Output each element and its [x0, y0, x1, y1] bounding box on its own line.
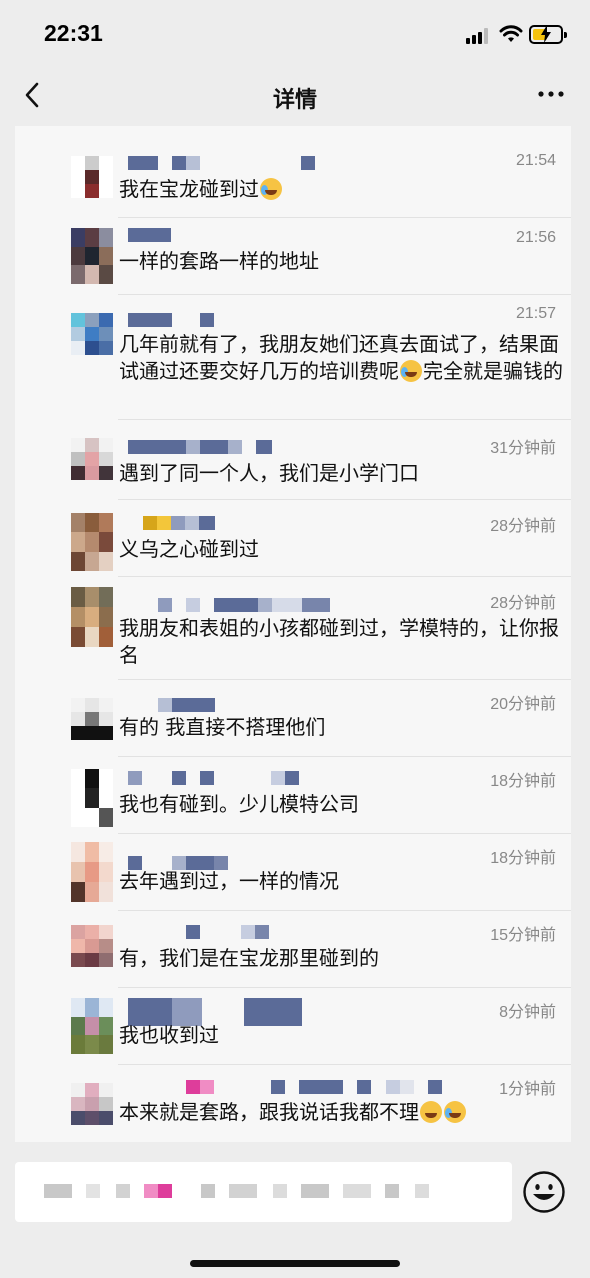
- comment-text: 有，我们是在宝龙那里碰到的: [119, 946, 379, 970]
- comment-item: 21:56 一样的套路一样的地址: [15, 218, 571, 295]
- comment-text: 我在宝龙碰到过: [119, 176, 564, 203]
- comment-text: 本来就是套路，跟我说话我都不理: [119, 1099, 564, 1126]
- comment-input[interactable]: [15, 1162, 512, 1222]
- comment-time: 28分钟前: [490, 595, 556, 612]
- avatar: [71, 1083, 113, 1125]
- comment-time: 28分钟前: [490, 518, 556, 535]
- comment-text: 几年前就有了，我朋友她们还真去面试了，结果面试通过还要交好几万的培训费呢 完全就是…: [119, 332, 563, 383]
- comment-text: 我也收到过: [119, 1023, 219, 1047]
- comment-text: 我也有碰到。少儿模特公司: [119, 792, 359, 816]
- emoji-smiley-icon[interactable]: [522, 1170, 566, 1214]
- comment-time: 18分钟前: [490, 773, 556, 790]
- avatar: [71, 438, 113, 480]
- home-indicator: [190, 1260, 400, 1267]
- comment-item: 28分钟前 义乌之心碰到过: [15, 500, 571, 577]
- avatar: [71, 842, 113, 902]
- comment-text: 我朋友和表姐的小孩都碰到过，学模特的，让你报名: [119, 616, 559, 667]
- comment-time: 21:56: [515, 229, 556, 246]
- loudly-crying-emoji: [400, 360, 422, 382]
- status-time: 22:31: [44, 20, 103, 46]
- wifi-icon: [499, 25, 523, 42]
- comment-text: 义乌之心碰到过: [119, 537, 259, 561]
- comment-item: 8分钟前 我也收到过: [15, 988, 571, 1065]
- avatar: [71, 513, 113, 571]
- avatar: [71, 228, 113, 284]
- cellular-signal-icon: [466, 28, 492, 44]
- comment-text: 遇到了同一个人，我们是小学门口: [119, 461, 419, 485]
- comment-item: 18分钟前 我也有碰到。少儿模特公司: [15, 757, 571, 834]
- comment-time: 21:57: [515, 305, 556, 322]
- comment-input-bar: [0, 1142, 590, 1278]
- status-bar: 22:31: [0, 0, 590, 70]
- comment-item: 31分钟前 遇到了同一个人，我们是小学门口: [15, 420, 571, 500]
- comment-item: 1分钟前 本来就是套路，跟我说话我都不理: [15, 1065, 571, 1142]
- avatar: [71, 698, 113, 740]
- avatar: [71, 769, 113, 827]
- comment-list: 21:54 我在宝龙碰到过 21:56 一样的套路一样的地址 21:57 几年前…: [15, 126, 571, 1142]
- comment-item: 18分钟前 去年遇到过，一样的情况: [15, 834, 571, 911]
- comment-text: 一样的套路一样的地址: [119, 249, 319, 273]
- comment-time: 21:54: [515, 152, 556, 169]
- comment-item: 15分钟前 有，我们是在宝龙那里碰到的: [15, 911, 571, 988]
- comment-text: 有的 我直接不搭理他们: [119, 715, 326, 739]
- page-title: 详情: [272, 88, 317, 113]
- comment-time: 31分钟前: [490, 440, 556, 457]
- thinking-emoji: [420, 1101, 442, 1123]
- battery-icon: [529, 25, 567, 44]
- avatar: [71, 998, 113, 1054]
- comment-item: 28分钟前 我朋友和表姐的小孩都碰到过，学模特的，让你报名: [15, 577, 571, 680]
- comment-time: 8分钟前: [499, 1004, 556, 1021]
- laugh-cry-emoji: [260, 178, 282, 200]
- avatar: [71, 313, 113, 355]
- navigation-bar: 详情: [0, 70, 590, 126]
- avatar: [71, 156, 113, 198]
- comment-item: 21:54 我在宝龙碰到过: [15, 146, 571, 218]
- comment-text: 去年遇到过，一样的情况: [119, 869, 339, 893]
- comment-item: 20分钟前 有的 我直接不搭理他们: [15, 680, 571, 757]
- comment-time: 18分钟前: [490, 850, 556, 867]
- more-options-icon[interactable]: [536, 84, 566, 104]
- avatar: [71, 587, 113, 647]
- loudly-crying-emoji: [444, 1101, 466, 1123]
- comment-time: 15分钟前: [490, 927, 556, 944]
- comment-time: 20分钟前: [490, 696, 556, 713]
- comment-item: 21:57 几年前就有了，我朋友她们还真去面试了，结果面试通过还要交好几万的培训…: [15, 295, 571, 420]
- avatar: [71, 925, 113, 967]
- comment-time: 1分钟前: [499, 1081, 556, 1098]
